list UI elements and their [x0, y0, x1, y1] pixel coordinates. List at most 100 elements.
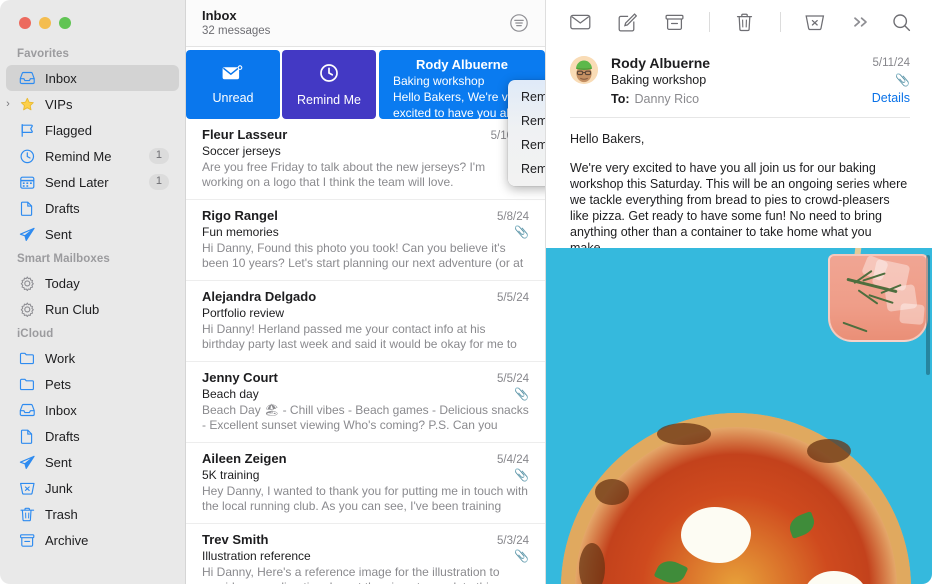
sidebar-item-inbox[interactable]: Inbox: [6, 397, 179, 423]
filter-icon[interactable]: [509, 13, 529, 33]
message-subject: Beach day: [202, 387, 259, 401]
message-count: 32 messages: [202, 24, 271, 37]
sidebar-item-label: Archive: [45, 532, 89, 548]
minimize-button[interactable]: [39, 17, 51, 29]
context-menu-item[interactable]: Remind Me Later…: [508, 157, 545, 181]
message-date: 5/3/24: [497, 535, 529, 547]
reader-toolbar: [546, 0, 932, 44]
flag-icon: [18, 122, 37, 139]
folder-icon: [18, 376, 37, 393]
mark-unread-icon[interactable]: [568, 9, 592, 35]
message-sender: Rody Albuerne: [611, 55, 711, 71]
sidebar-item-remind-me[interactable]: Remind Me 1: [6, 143, 179, 169]
message-list-row[interactable]: Alejandra Delgado 5/5/24 Portfolio review H…: [186, 281, 545, 362]
message-body: Hello Bakers, We're very excited to have …: [546, 118, 932, 256]
message-date: 5/4/24: [497, 454, 529, 466]
sidebar-item-badge: 1: [148, 174, 169, 190]
remind-me-context-menu[interactable]: Remind Me in 1 HourRemind Me TonightRemi…: [508, 80, 545, 186]
junk-icon[interactable]: [802, 9, 826, 35]
sidebar-section-header: Smart Mailboxes: [17, 253, 110, 265]
sidebar-item-sent[interactable]: Sent: [6, 449, 179, 475]
swipe-action-unread[interactable]: Unread: [186, 50, 280, 119]
message-subject: Fun memories: [202, 225, 279, 239]
sidebar-item-label: Flagged: [45, 122, 92, 138]
sidebar-item-label: Today: [45, 275, 80, 291]
message-date: 5/5/24: [497, 292, 529, 304]
message-date: 5/5/24: [497, 373, 529, 385]
archive-icon: [18, 532, 37, 549]
message-subject: 5K training: [202, 468, 260, 482]
sidebar-item-inbox[interactable]: Inbox: [6, 65, 179, 91]
close-button[interactable]: [19, 17, 31, 29]
to-label: To:: [611, 92, 630, 106]
calendar-icon: [18, 174, 37, 191]
message-list-row[interactable]: Fleur Lasseur5/10/24Soccer jerseysAre yo…: [186, 119, 545, 200]
sidebar-item-label: Send Later: [45, 174, 109, 190]
sidebar-item-label: Sent: [45, 226, 72, 242]
sidebar-item-flagged[interactable]: Flagged: [6, 117, 179, 143]
sidebar-item-pets[interactable]: Pets: [6, 371, 179, 397]
clock-icon: [18, 148, 37, 165]
swipe-remind-label: Remind Me: [297, 92, 361, 107]
message-sender: Alejandra Delgado: [202, 289, 317, 304]
context-menu-item[interactable]: Remind Me Tonight: [508, 109, 545, 133]
gear-icon: [18, 301, 37, 318]
sidebar-section-header: Favorites: [17, 48, 70, 60]
sidebar-section-header: iCloud: [17, 328, 54, 340]
inbox-icon: [18, 70, 37, 87]
traffic-lights: [0, 0, 185, 42]
compose-icon[interactable]: [615, 9, 639, 35]
message-list-row[interactable]: Jenny Court 5/5/24 Beach day 📎 Beach Day 🏖 -…: [186, 362, 545, 443]
sidebar-item-label: Junk: [45, 480, 73, 496]
sidebar-item-archive[interactable]: Archive: [6, 527, 179, 553]
more-chevrons-icon[interactable]: [850, 9, 874, 35]
document-icon: [18, 200, 37, 217]
message-preview: Hi Danny, Found this photo you took! Can…: [202, 241, 524, 270]
message-subject: Portfolio review: [202, 306, 285, 320]
sidebar-item-trash[interactable]: Trash: [6, 501, 179, 527]
message-date: 5/8/24: [497, 211, 529, 223]
swiped-message-row[interactable]: Unread Remind Me Rody Albuerne Baking wo…: [186, 47, 545, 119]
paperclip-icon: 📎: [514, 225, 529, 239]
message-list-row[interactable]: Trev Smith 5/3/24 Illustration reference 📎 H…: [186, 524, 545, 584]
junk-icon: [18, 480, 37, 497]
document-icon: [18, 428, 37, 445]
chevron-right-icon[interactable]: ›: [2, 98, 14, 110]
details-link[interactable]: Details: [872, 89, 910, 107]
archive-icon[interactable]: [662, 9, 686, 35]
sidebar-item-drafts[interactable]: Drafts: [6, 423, 179, 449]
sidebar-item-label: Drafts: [45, 200, 80, 216]
sidebar-item-label: Remind Me: [45, 148, 112, 164]
message-sender: Trev Smith: [202, 532, 269, 547]
avatar: [570, 56, 598, 84]
sidebar-item-label: Run Club: [45, 301, 100, 317]
paperclip-icon: 📎: [514, 387, 529, 401]
swipe-unread-label: Unread: [212, 90, 254, 105]
message-subject: Illustration reference: [202, 549, 311, 563]
reading-pane-scrollbar[interactable]: [926, 255, 930, 375]
sidebar-item-label: Drafts: [45, 428, 80, 444]
search-icon[interactable]: [890, 9, 914, 35]
sidebar-item-run-club[interactable]: Run Club: [6, 296, 179, 322]
sidebar-item-sent[interactable]: Sent: [6, 221, 179, 247]
message-body-paragraph: We're very excited to have you all join …: [570, 161, 908, 255]
sidebar-item-send-later[interactable]: Send Later 1: [6, 169, 179, 195]
sidebar-item-work[interactable]: Work: [6, 345, 179, 371]
sidebar-item-junk[interactable]: Junk: [6, 475, 179, 501]
sidebar-item-today[interactable]: Today: [6, 270, 179, 296]
message-list-row[interactable]: Aileen Zeigen 5/4/24 5K training 📎 Hey Danny…: [186, 443, 545, 524]
message-list-row[interactable]: Rigo Rangel 5/8/24 Fun memories 📎 Hi Danny, …: [186, 200, 545, 281]
zoom-button[interactable]: [59, 17, 71, 29]
context-menu-item[interactable]: Remind Me in 1 Hour: [508, 85, 545, 109]
sidebar-item-vips[interactable]: › VIPs: [6, 91, 179, 117]
message-preview: Hey Danny, I wanted to thank you for put…: [202, 484, 528, 513]
swipe-action-remind-me[interactable]: Remind Me: [282, 50, 376, 119]
mail-window: Favorites Inbox › VIPs Flagged Remind Me 1 Send…: [0, 0, 932, 584]
star-icon: [18, 96, 37, 113]
margherita-pizza-photo[interactable]: [546, 248, 932, 584]
context-menu-item[interactable]: Remind Me Tomorrow: [508, 133, 545, 157]
message-sender: Aileen Zeigen: [202, 451, 287, 466]
message-sender: Rigo Rangel: [202, 208, 278, 223]
trash-icon[interactable]: [732, 9, 756, 35]
sidebar-item-drafts[interactable]: Drafts: [6, 195, 179, 221]
